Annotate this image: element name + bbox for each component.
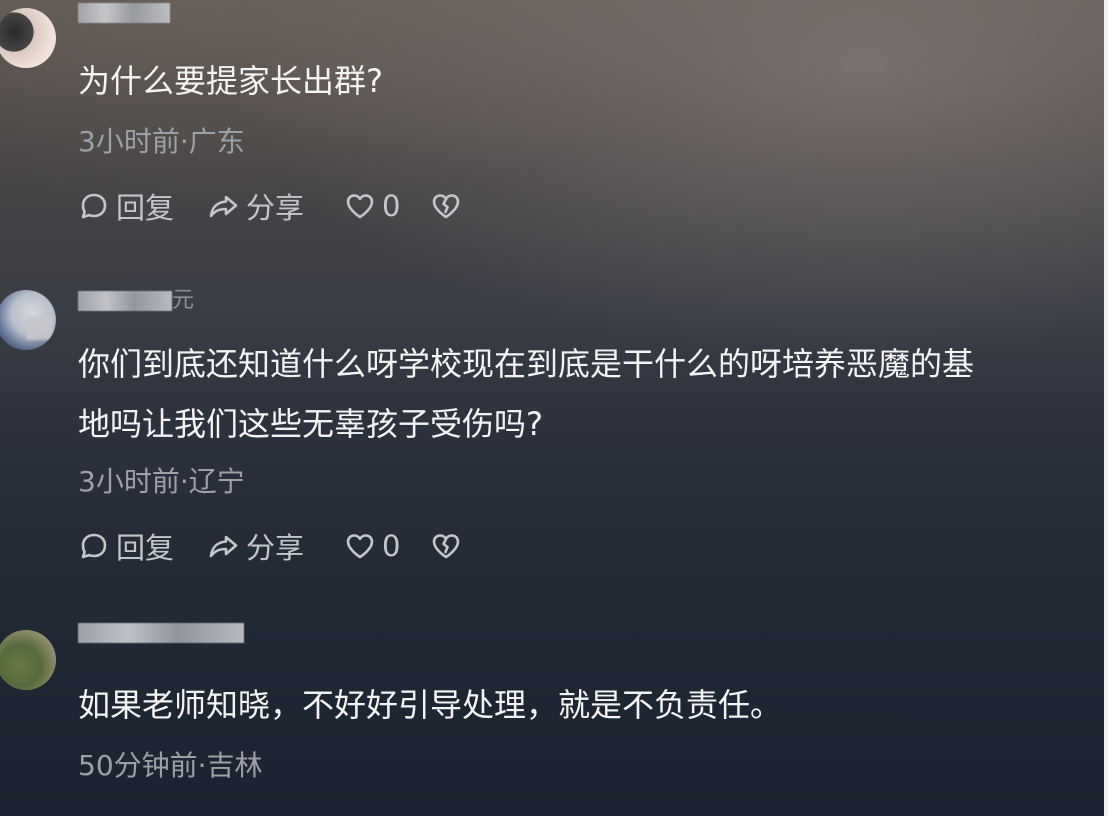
dislike-icon: [432, 194, 460, 219]
comment-text: 你们到底还知道什么呀学校现在到底是干什么的呀培养恶魔的基 地吗让我们这些无辜孩子…: [78, 334, 974, 454]
comment-location: 广东: [188, 125, 245, 158]
comment-text-line: 你们到底还知道什么呀学校现在到底是干什么的呀培养恶魔的基: [78, 345, 975, 383]
like-icon: [346, 194, 374, 219]
username[interactable]: 元: [78, 282, 194, 313]
like-button[interactable]: 0: [344, 529, 430, 563]
comment-actions: 回复 分享 0: [78, 186, 462, 226]
dislike-icon: [432, 534, 460, 559]
screenshot-edge: [1104, 0, 1108, 816]
reply-button[interactable]: 回复: [78, 185, 208, 227]
comment-location: 辽宁: [188, 465, 245, 498]
like-button[interactable]: 0: [344, 189, 430, 223]
avatar[interactable]: [0, 290, 56, 350]
reply-button[interactable]: 回复: [78, 525, 208, 567]
share-button[interactable]: 分享: [208, 525, 344, 567]
username[interactable]: [78, 620, 244, 646]
username[interactable]: [78, 0, 170, 26]
username-mask: [78, 291, 172, 311]
comment-text-line: 为什么要提家长出群?: [78, 62, 383, 100]
share-label: 分享: [246, 531, 305, 565]
like-count: 0: [382, 189, 401, 223]
username-mask: [78, 3, 170, 23]
comment-meta: 3小时前·广东: [78, 125, 245, 158]
share-button[interactable]: 分享: [208, 185, 344, 227]
dislike-button[interactable]: [430, 530, 462, 562]
comment-text-line: 地吗让我们这些无辜孩子受伤吗?: [78, 405, 543, 443]
comment-meta: 50分钟前·吉林: [78, 749, 263, 782]
username-visible-part: 元: [172, 288, 195, 313]
username-mask: [78, 623, 244, 643]
comment-location: 吉林: [206, 749, 263, 782]
reply-label: 回复: [116, 191, 175, 225]
avatar-mask: [26, 316, 54, 340]
comment-time: 3小时前: [78, 125, 180, 158]
comment-text-line: 如果老师知晓，不好好引导处理，就是不负责任。: [78, 686, 783, 724]
comment-time: 3小时前: [78, 465, 180, 498]
share-icon: [209, 535, 238, 558]
comment-time: 50分钟前: [78, 749, 198, 782]
comment-meta: 3小时前·辽宁: [78, 465, 245, 498]
comment-text: 为什么要提家长出群?: [78, 51, 383, 111]
like-count: 0: [382, 529, 401, 563]
share-label: 分享: [246, 191, 305, 225]
comment-actions: 回复 分享 0: [78, 526, 462, 566]
reply-label: 回复: [116, 531, 175, 565]
reply-icon: [81, 533, 107, 559]
reply-icon: [81, 193, 107, 219]
dislike-button[interactable]: [430, 190, 462, 222]
like-icon: [346, 534, 374, 559]
avatar[interactable]: [0, 8, 56, 68]
avatar[interactable]: [0, 630, 56, 690]
comment-text: 如果老师知晓，不好好引导处理，就是不负责任。: [78, 675, 782, 735]
comment-panel: 为什么要提家长出群? 3小时前·广东 回复 分享 0 元 你们到底还知道什么呀学…: [0, 0, 1106, 816]
share-icon: [209, 195, 238, 218]
